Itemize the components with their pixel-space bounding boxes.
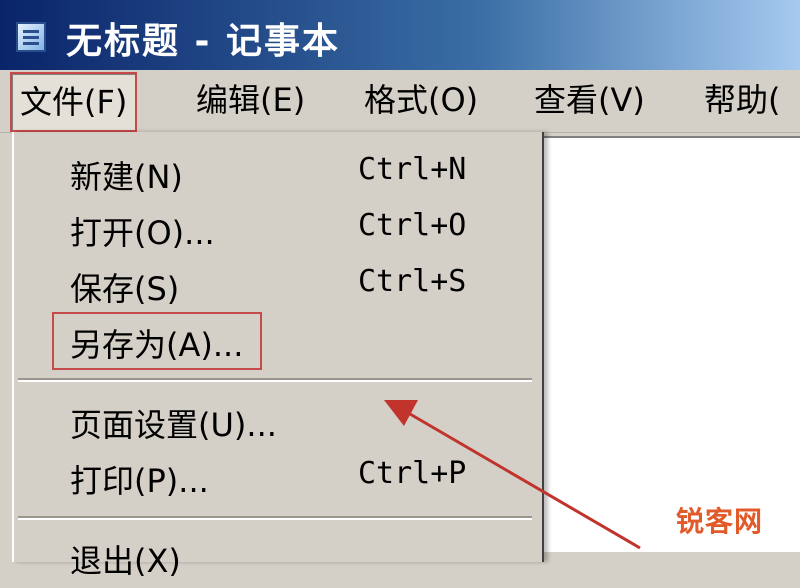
menu-item-save[interactable]: 保存(S) Ctrl+S bbox=[14, 260, 534, 316]
menu-item-label: 打印(P)... bbox=[70, 462, 209, 500]
menu-item-shortcut: Ctrl+O bbox=[358, 208, 467, 243]
menu-item-open[interactable]: 打开(O)... Ctrl+O bbox=[14, 204, 534, 260]
menu-item-label: 页面设置(U)... bbox=[70, 406, 277, 444]
menu-edit[interactable]: 编辑(E) bbox=[196, 78, 305, 122]
menu-item-shortcut: Ctrl+P bbox=[358, 456, 467, 491]
menu-item-page-setup[interactable]: 页面设置(U)... bbox=[14, 396, 534, 452]
title-bar: 无标题 - 记事本 bbox=[0, 0, 800, 70]
menu-item-shortcut: Ctrl+S bbox=[358, 264, 467, 299]
menu-item-print[interactable]: 打印(P)... Ctrl+P bbox=[14, 452, 534, 508]
watermark-logo: 锐客网 bbox=[676, 505, 764, 538]
menu-format[interactable]: 格式(O) bbox=[364, 78, 478, 122]
menu-item-label: 保存(S) bbox=[70, 270, 180, 308]
menu-item-exit[interactable]: 退出(X) bbox=[14, 532, 534, 588]
menu-bar: 文件(F) 编辑(E) 格式(O) 查看(V) 帮助( bbox=[0, 70, 800, 133]
menu-item-shortcut: Ctrl+N bbox=[358, 152, 467, 187]
text-edit-area[interactable] bbox=[540, 136, 800, 552]
menu-help[interactable]: 帮助( bbox=[704, 78, 781, 122]
menu-item-label: 打开(O)... bbox=[70, 214, 215, 252]
menu-separator bbox=[18, 378, 532, 382]
menu-item-new[interactable]: 新建(N) Ctrl+N bbox=[14, 148, 534, 204]
file-menu-dropdown: 新建(N) Ctrl+N 打开(O)... Ctrl+O 保存(S) Ctrl+… bbox=[12, 132, 544, 580]
menu-item-label: 退出(X) bbox=[70, 542, 181, 580]
notepad-icon bbox=[16, 22, 46, 52]
menu-separator bbox=[18, 516, 532, 520]
window-title: 无标题 - 记事本 bbox=[66, 21, 341, 62]
menu-item-save-as[interactable]: 另存为(A)... bbox=[14, 312, 534, 372]
menu-file[interactable]: 文件(F) bbox=[10, 72, 138, 132]
menu-item-label: 新建(N) bbox=[70, 158, 183, 196]
menu-item-label: 另存为(A)... bbox=[70, 326, 244, 364]
menu-view[interactable]: 查看(V) bbox=[534, 78, 645, 122]
